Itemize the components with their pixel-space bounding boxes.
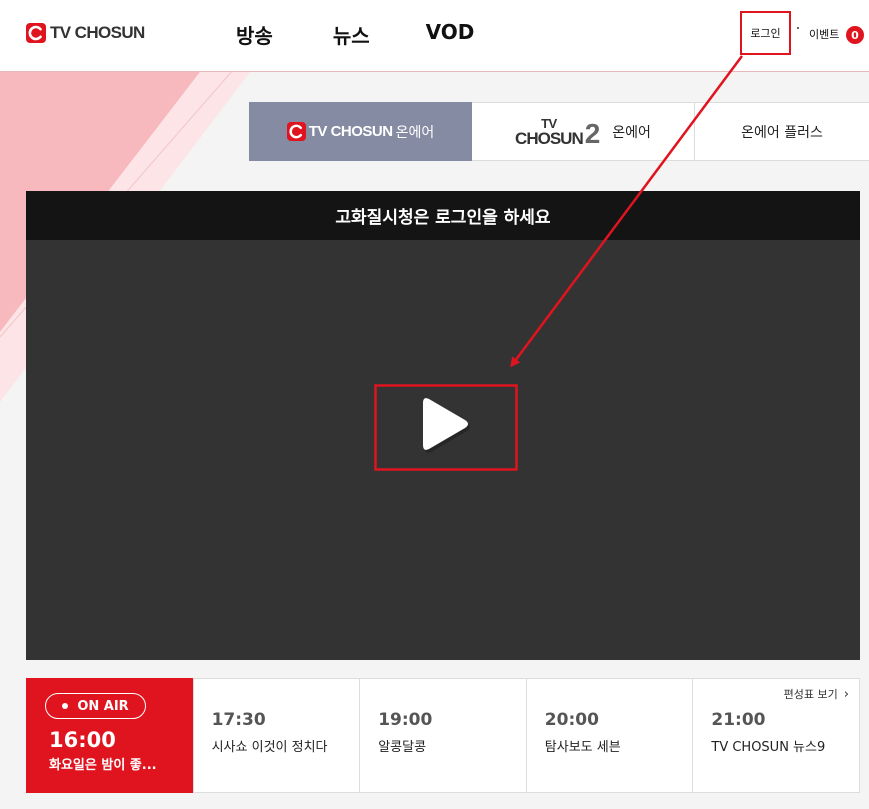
full-schedule-label: 편성표 보기 bbox=[783, 688, 838, 701]
schedule-time: 17:30 bbox=[211, 710, 266, 730]
login-link[interactable]: 로그인 bbox=[740, 11, 791, 55]
tv-chosun-logo-icon bbox=[286, 122, 306, 141]
onair-title: 화요일은 밤이 좋... bbox=[49, 758, 157, 773]
util-separator bbox=[797, 27, 799, 29]
schedule-time: 19:00 bbox=[378, 710, 433, 730]
full-schedule-link[interactable]: 편성표 보기 › bbox=[784, 686, 849, 702]
tab3-label: 온에어 플러스 bbox=[741, 124, 823, 141]
event-count-badge: 0 bbox=[846, 26, 864, 44]
schedule-time: 20:00 bbox=[544, 710, 599, 730]
video-player[interactable]: 고화질시청은 로그인을 하세요 bbox=[26, 191, 860, 660]
channel-tabs: TV CHOSUN 온에어 TV CHOSUN 2 온에어 온에어 플러스 bbox=[249, 102, 869, 161]
tv-chosun2-logo-tv: TV bbox=[541, 115, 557, 131]
tab-tv-chosun2-onair[interactable]: TV CHOSUN 2 온에어 bbox=[472, 102, 695, 161]
onair-badge-label: ON AIR bbox=[77, 698, 129, 714]
live-dot-icon bbox=[62, 703, 69, 709]
schedule-title: 알콩달콩 bbox=[378, 740, 427, 755]
tab2-label: 온에어 bbox=[612, 124, 651, 141]
schedule-item[interactable]: 17:30 시사쇼 이것이 정치다 bbox=[192, 679, 360, 792]
site-header: TV CHOSUN 방송 뉴스 VOD bbox=[0, 0, 869, 72]
schedule-time: 21:00 bbox=[711, 710, 766, 730]
onair-badge: ON AIR bbox=[45, 693, 146, 719]
schedule-item[interactable]: 19:00 알콩달콩 bbox=[359, 679, 526, 792]
tv-chosun2-logo-number: 2 bbox=[584, 118, 601, 150]
tab-onair-plus[interactable]: 온에어 플러스 bbox=[695, 102, 869, 161]
player-login-notice: 고화질시청은 로그인을 하세요 bbox=[26, 191, 860, 240]
onair-time: 16:00 bbox=[49, 728, 116, 752]
schedule-title: TV CHOSUN 뉴스9 bbox=[711, 740, 826, 755]
tv-chosun2-logo-chosun: CHOSUN bbox=[515, 128, 584, 148]
tab-tv-chosun-onair[interactable]: TV CHOSUN 온에어 bbox=[249, 102, 472, 161]
nav-vod[interactable]: VOD bbox=[426, 20, 475, 49]
schedule-bar: ON AIR 16:00 화요일은 밤이 좋... 17:30 시사쇼 이것이 … bbox=[26, 678, 860, 793]
tab1-logo-text: TV CHOSUN bbox=[308, 123, 393, 140]
tv-chosun2-logo: TV CHOSUN 2 bbox=[515, 115, 601, 150]
onair-current[interactable]: ON AIR 16:00 화요일은 밤이 좋... bbox=[26, 678, 193, 793]
nav-news[interactable]: 뉴스 bbox=[333, 20, 370, 49]
schedule-item[interactable]: 편성표 보기 › 21:00 TV CHOSUN 뉴스9 bbox=[692, 679, 859, 792]
schedule-title: 탐사보도 세븐 bbox=[544, 740, 621, 755]
play-icon[interactable] bbox=[415, 393, 471, 455]
chevron-right-icon: › bbox=[843, 686, 849, 702]
tv-chosun-logo-icon bbox=[26, 23, 46, 43]
schedule-item[interactable]: 20:00 탐사보도 세븐 bbox=[525, 679, 693, 792]
schedule-title: 시사쇼 이것이 정치다 bbox=[211, 740, 328, 755]
tab1-label: 온에어 bbox=[395, 124, 435, 141]
main-nav: 방송 뉴스 VOD bbox=[236, 20, 474, 49]
nav-broadcast[interactable]: 방송 bbox=[236, 20, 273, 49]
site-logo[interactable]: TV CHOSUN bbox=[26, 21, 145, 45]
logo-text: TV CHOSUN bbox=[50, 23, 145, 42]
event-link[interactable]: 이벤트 bbox=[809, 26, 839, 42]
